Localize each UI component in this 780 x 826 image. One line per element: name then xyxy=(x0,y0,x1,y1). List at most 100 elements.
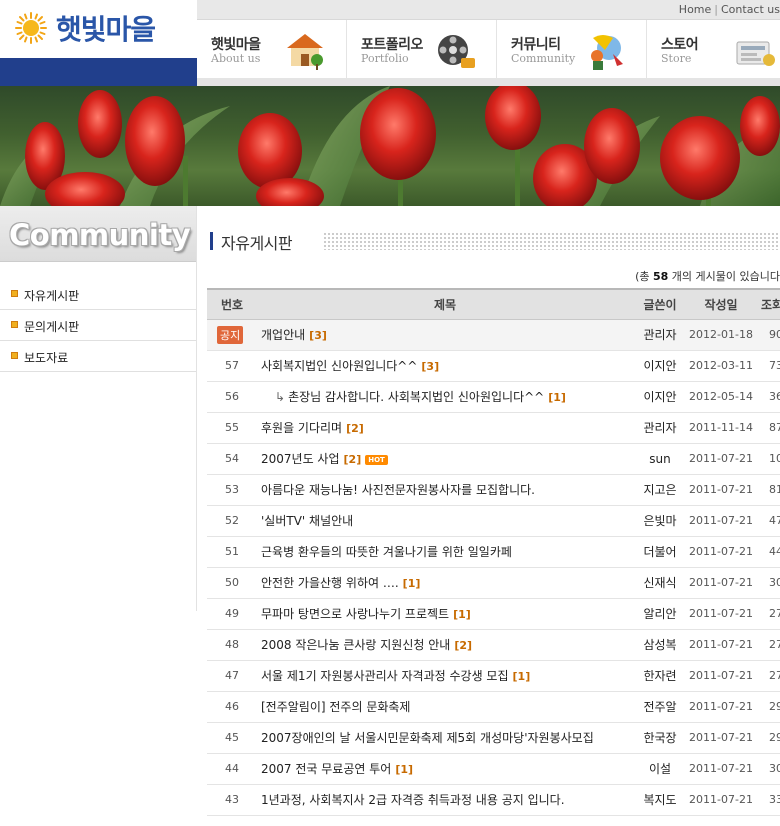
sidebar-item-press[interactable]: 보도자료 xyxy=(0,341,197,372)
comment-count: [1] xyxy=(395,763,414,776)
util-separator: | xyxy=(714,3,718,16)
row-number: 57 xyxy=(207,350,257,382)
shopping-icon xyxy=(736,41,775,66)
title-bar-accent xyxy=(210,232,213,250)
row-date: 2011-07-21 xyxy=(687,660,755,692)
nav-item-store[interactable]: 스토어 Store xyxy=(647,20,780,78)
nav-item-portfolio[interactable]: 포트폴리오 Portfolio xyxy=(347,20,497,78)
row-date: 2011-07-21 xyxy=(687,443,755,475)
row-subject: 2008 작은나눔 큰사랑 지원신청 안내 [2] xyxy=(257,629,633,661)
sidebar-divider xyxy=(196,206,197,611)
row-subject: 사회복지법인 신아원입니다^^ [3] xyxy=(257,350,633,382)
row-number: 48 xyxy=(207,629,257,661)
bullet-icon xyxy=(11,321,18,328)
row-hits: 271 xyxy=(755,629,780,661)
table-row: 공지 개업안내 [3] 관리자2012-01-18905 xyxy=(207,319,780,351)
post-link[interactable]: 2007년도 사업 xyxy=(261,452,340,466)
bullet-icon xyxy=(11,352,18,359)
post-link[interactable]: 2008 작은나눔 큰사랑 지원신청 안내 xyxy=(261,638,450,652)
row-hits: 810 xyxy=(755,474,780,506)
house-icon xyxy=(287,34,323,70)
post-link[interactable]: 2007 전국 무료공연 투어 xyxy=(261,762,391,776)
board-content: 자유게시판 (총 58 개의 게시물이 있습니다 번호 제목 글쓴이 작성일 조… xyxy=(207,206,780,826)
comment-count: [1] xyxy=(402,577,421,590)
post-link[interactable]: '실버TV' 채널안내 xyxy=(261,514,353,528)
post-link[interactable]: 1년과정, 사회복지사 2급 자격증 취득과정 내용 공지 입니다. xyxy=(261,793,565,807)
post-link[interactable]: 개업안내 xyxy=(261,328,305,342)
comment-count: [2] xyxy=(454,639,473,652)
nav-item-community[interactable]: 커뮤니티 Community xyxy=(497,20,647,78)
post-link[interactable]: [전주알림이] 전주의 문화축제 xyxy=(261,700,410,714)
bullet-icon xyxy=(11,290,18,297)
row-hits: 309 xyxy=(755,567,780,599)
comment-count: [1] xyxy=(548,391,566,404)
row-hits: 443 xyxy=(755,536,780,568)
row-date: 2011-07-21 xyxy=(687,691,755,723)
nav-label-ko: 스토어 xyxy=(661,37,699,53)
comment-count: [2] xyxy=(343,453,362,466)
comment-count: [1] xyxy=(512,670,531,683)
page-title: 자유게시판 xyxy=(221,234,293,253)
post-link[interactable]: 아름다운 재능나눔! 사진전문자원봉사자를 모집합니다. xyxy=(261,483,535,497)
people-icon xyxy=(591,35,623,70)
post-link[interactable]: 안전한 가을산행 위하여 …. xyxy=(261,576,399,590)
row-subject: 아름다운 재능나눔! 사진전문자원봉사자를 모집합니다. xyxy=(257,474,633,506)
table-row: 51 근육병 환우들의 따뜻한 겨울나기를 위한 일일카페 더불어 2011-07-2… xyxy=(207,536,780,568)
logo-underbar xyxy=(0,58,197,86)
table-row: 46 [전주알림이] 전주의 문화축제 전주알2011-07-21293 xyxy=(207,691,780,723)
logo[interactable]: 햇빛마을 xyxy=(0,0,197,58)
logo-text: 햇빛마을 xyxy=(56,13,156,46)
row-writer: sun xyxy=(633,443,687,475)
sidebar-item-inquiry-board[interactable]: 문의게시판 xyxy=(0,310,197,341)
comment-count: [3] xyxy=(421,360,440,373)
comment-count: [3] xyxy=(309,329,327,342)
main-nav: 햇빛마을 About us 포트폴리오 Portfolio 커뮤니티 Commu… xyxy=(197,20,780,78)
table-header-row: 번호 제목 글쓴이 작성일 조회 xyxy=(207,288,780,320)
row-hits: 292 xyxy=(755,722,780,754)
nav-label-ko: 햇빛마을 xyxy=(211,37,261,53)
row-hits: 293 xyxy=(755,691,780,723)
post-link[interactable]: 촌장님 감사합니다. 사회복지법인 신아원입니다^^ xyxy=(288,390,544,404)
row-number: 43 xyxy=(207,784,257,816)
row-writer: 삼성복 xyxy=(633,629,687,661)
sidebar-title-box: Community xyxy=(0,206,197,262)
row-number: 44 xyxy=(207,753,257,785)
table-row: 542007년도 사업[2]HOTsun2011-07-211003 xyxy=(207,443,780,475)
title-dotted-line xyxy=(323,232,780,250)
row-date: 2012-01-18 xyxy=(687,319,755,351)
row-date: 2011-07-21 xyxy=(687,567,755,599)
utility-bar: Home | Contact us xyxy=(197,0,780,20)
sidebar-title: Community xyxy=(9,218,191,252)
home-link[interactable]: Home xyxy=(679,3,711,16)
notice-badge: 공지 xyxy=(217,325,244,344)
row-subject: '실버TV' 채널안내 xyxy=(257,505,633,537)
post-link[interactable]: 무파마 탕면으로 사랑나누기 프로젝트 xyxy=(261,607,449,621)
row-date: 2011-07-21 xyxy=(687,784,755,816)
post-link[interactable]: 근육병 환우들의 따뜻한 겨울나기를 위한 일일카페 xyxy=(261,545,512,559)
table-row: 43 1년과정, 사회복지사 2급 자격증 취득과정 내용 공지 입니다. 복지도 2… xyxy=(207,784,780,816)
post-link[interactable]: 후원을 기다리며 xyxy=(261,421,342,435)
row-writer: 알리안 xyxy=(633,598,687,630)
row-number: 54 xyxy=(207,443,257,475)
row-number: 공지 xyxy=(207,319,257,351)
post-link[interactable]: 서울 제1기 자원봉사관리사 자격과정 수강생 모집 xyxy=(261,669,509,683)
row-number: 51 xyxy=(207,536,257,568)
post-link[interactable]: 2007장애인의 날 서울시민문화축제 제5회 개성마당'자원봉사모집 xyxy=(261,731,594,745)
row-hits: 275 xyxy=(755,660,780,692)
row-subject: 후원을 기다리며 [2] xyxy=(257,412,633,444)
post-link[interactable]: 사회복지법인 신아원입니다^^ xyxy=(261,359,417,373)
row-writer: 한자련 xyxy=(633,660,687,692)
nav-item-about[interactable]: 햇빛마을 About us xyxy=(197,20,347,78)
sidebar: Community 자유게시판 문의게시판 보도자료 xyxy=(0,206,197,826)
row-number: 49 xyxy=(207,598,257,630)
film-reel-icon xyxy=(438,35,475,68)
contact-link[interactable]: Contact us xyxy=(721,3,780,16)
total-prefix: (총 xyxy=(635,270,653,283)
sidebar-menu: 자유게시판 문의게시판 보도자료 xyxy=(0,279,197,372)
table-row: 55 후원을 기다리며 [2] 관리자2011-11-14877 xyxy=(207,412,780,444)
col-header-writer: 글쓴이 xyxy=(633,288,687,320)
row-date: 2011-07-21 xyxy=(687,629,755,661)
row-date: 2012-05-14 xyxy=(687,381,755,413)
sidebar-item-free-board[interactable]: 자유게시판 xyxy=(0,279,197,310)
board-table: 번호 제목 글쓴이 작성일 조회 공지 개업안내 [3] 관리자 2012-01-18 9… xyxy=(207,288,780,816)
